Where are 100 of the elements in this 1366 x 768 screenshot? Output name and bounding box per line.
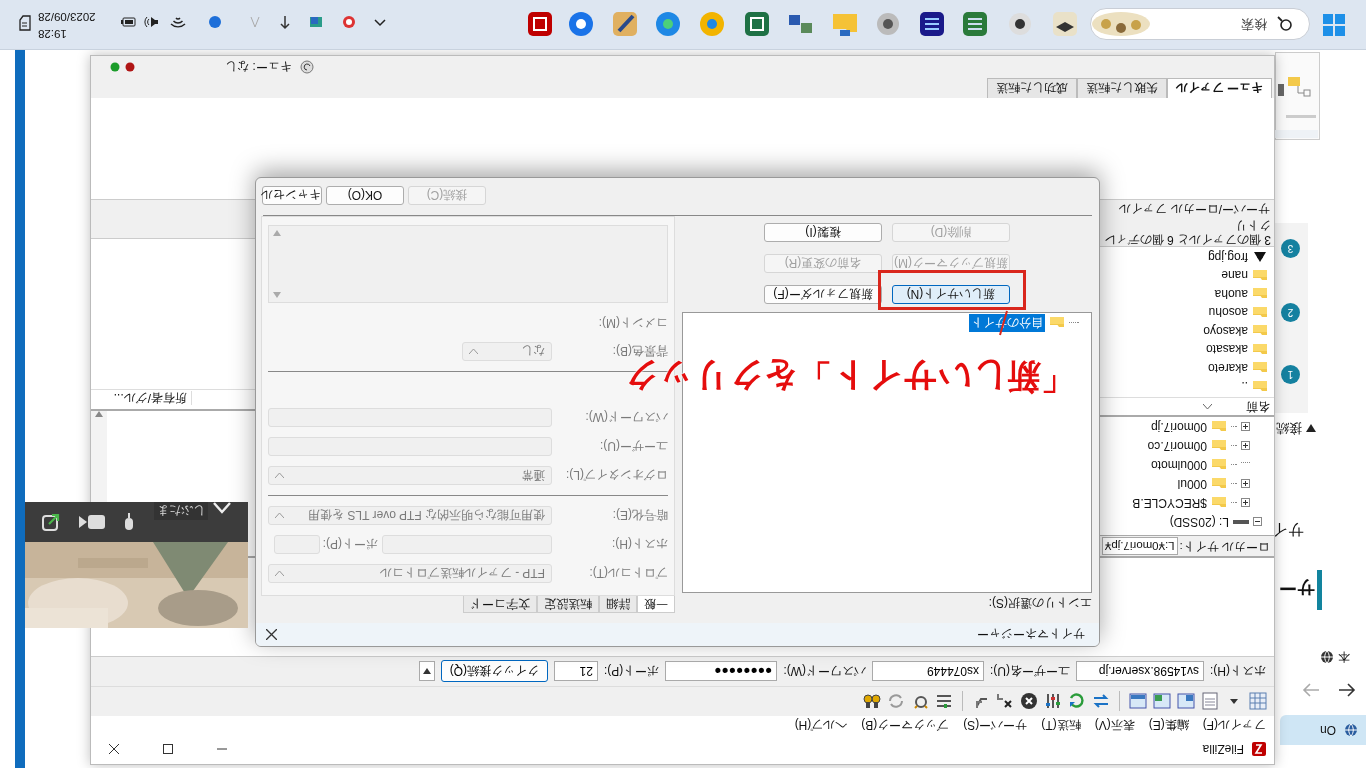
tab[interactable]: 失敗した転送 (1076, 78, 1167, 98)
folder-icon (1252, 305, 1268, 319)
menu-item[interactable]: ブックマーク(B) (861, 716, 950, 734)
field-label: ユーザー(U): (599, 438, 668, 456)
menu-item[interactable]: ファイル(F) (1202, 716, 1266, 734)
file-name[interactable]: nane (1221, 266, 1248, 285)
tree-item[interactable]: $RECYCLE.B (1132, 493, 1207, 512)
field-label: エントリの選択(S): (987, 595, 1092, 612)
menu-item[interactable]: ヘルプ(H) (794, 716, 848, 734)
collapse-icon[interactable] (1253, 517, 1262, 527)
file-name[interactable]: akasoyo (1203, 321, 1248, 340)
page-heading: サー (1279, 577, 1315, 600)
link-text[interactable]: 本 (1338, 648, 1350, 666)
tray-app-icon[interactable] (341, 14, 357, 31)
dialog-button[interactable]: 新規フォルダー(F) (764, 285, 882, 304)
camera-icon[interactable] (78, 514, 105, 530)
expand-icon[interactable] (1241, 498, 1250, 508)
field-label: パスワード(W): (584, 409, 668, 427)
app-icon[interactable] (527, 11, 553, 37)
folder-icon (1211, 420, 1227, 434)
expand-icon[interactable] (1241, 441, 1250, 451)
status-icon (299, 60, 314, 74)
globe-icon (1344, 723, 1358, 737)
dialog-button[interactable]: 複製(I) (764, 223, 882, 242)
menu-item[interactable]: 編集(E) (1148, 716, 1189, 734)
expand-icon[interactable] (1241, 479, 1250, 489)
folder-icon (1211, 458, 1227, 472)
tray-app-icon[interactable] (207, 14, 223, 31)
app-icon[interactable] (875, 11, 901, 37)
folder-icon (1211, 496, 1227, 510)
file-name[interactable]: akasato (1205, 340, 1248, 359)
tree-item[interactable]: L: (20SSD) (1169, 512, 1229, 531)
file-name[interactable]: aosohu (1208, 303, 1248, 322)
search-bar[interactable]: 検索 (1090, 8, 1310, 40)
section-heading: サイ (1272, 521, 1304, 541)
field-label: 背景色(B): (611, 343, 668, 360)
local-panel-icon[interactable] (1176, 691, 1196, 712)
input-field[interactable]: sv14598.xserver.jp (1076, 661, 1204, 682)
quickconnect-button[interactable]: クイック接続(Q) (440, 660, 548, 683)
app-logo-icon (1252, 742, 1266, 756)
field-label: ユーザー名(U): (990, 663, 1070, 681)
triangle-icon (1306, 424, 1316, 433)
close-icon[interactable] (266, 629, 277, 640)
path-field[interactable]: L:¥0mori7.jp¥ (1101, 537, 1178, 556)
column-header[interactable]: 所有者/グル... (113, 389, 191, 408)
file-name[interactable]: akareto (1207, 358, 1248, 377)
notification-icon[interactable] (17, 14, 33, 33)
menu-item[interactable]: サーバー(S) (963, 716, 1028, 734)
search-field[interactable]: 検索 (1189, 13, 1269, 35)
file-name[interactable]: frog.jpg (1207, 247, 1248, 266)
field-label: ポート(P): (324, 536, 378, 554)
app-icon[interactable] (1007, 11, 1033, 37)
app-icon[interactable] (568, 11, 594, 37)
queue-panel-icon[interactable] (1128, 691, 1148, 712)
tree-item[interactable]: 00mori7.co (1147, 436, 1207, 455)
app-icon[interactable] (612, 11, 638, 37)
expand-icon[interactable] (1241, 422, 1250, 432)
status-text: 3 個のファイルと 6 個のディレクトリ (1102, 218, 1271, 247)
column-header[interactable]: サーバー/ローカル ファイル (1119, 200, 1270, 219)
tree-item[interactable]: 000ulmoto (1150, 455, 1207, 474)
file-name[interactable]: .. (1241, 377, 1248, 396)
tree-item[interactable]: 00mori7.jp (1150, 417, 1207, 436)
section-label: 接続 (1276, 420, 1302, 438)
annotation-overlay: 「新しいサイト」をクリック (623, 360, 1075, 394)
input-field[interactable]: 21 (554, 661, 598, 682)
folder-icon (1252, 361, 1268, 375)
field-label: コメント(M): (598, 316, 668, 330)
folder-icon (1252, 324, 1268, 338)
tab[interactable]: 成功した転送 (986, 78, 1077, 98)
tree-item[interactable]: 000ul (1177, 474, 1207, 493)
field-label: ホスト(H): (1210, 663, 1266, 681)
folder-icon (1252, 268, 1268, 282)
dropdown-button[interactable] (418, 661, 435, 682)
clock[interactable]: 19:28 2023/09/28 (38, 8, 96, 42)
exit-icon[interactable] (41, 512, 62, 532)
browser-tab[interactable]: On (1280, 715, 1366, 745)
dialog-button[interactable]: 新しいサイト(N) (892, 285, 1010, 304)
tab[interactable]: キュー ファイル (1166, 78, 1272, 98)
menu-item[interactable]: 転送(T) (1041, 716, 1081, 734)
field-label: ローカル サイト: (1179, 539, 1270, 555)
window-title: FileZilla (1202, 741, 1244, 758)
dialog-button[interactable]: キャンセル (262, 186, 322, 205)
file-name[interactable]: auoha (1214, 284, 1248, 303)
field-label: ログオンタイプ(L): (565, 467, 668, 485)
app-icon[interactable] (919, 11, 945, 37)
dialog-button[interactable]: OK(O) (326, 186, 404, 205)
accent-bar (1317, 570, 1322, 610)
column-header[interactable]: 名前 (1246, 397, 1270, 416)
maximize-icon (163, 744, 173, 754)
cancel-icon[interactable] (1019, 691, 1039, 712)
app-icon[interactable] (1052, 11, 1078, 37)
folder-icon (1252, 287, 1268, 301)
search-icon (1277, 16, 1293, 32)
menu-item[interactable]: 表示(V) (1094, 716, 1135, 734)
windows-logo-icon[interactable] (1322, 13, 1346, 37)
input-field[interactable]: xs074449 (872, 661, 984, 682)
remote-panel-icon[interactable] (1152, 691, 1172, 712)
app-icon[interactable] (744, 11, 770, 37)
folder-icon (1211, 477, 1227, 491)
input-field[interactable]: ●●●●●●●● (665, 661, 778, 682)
